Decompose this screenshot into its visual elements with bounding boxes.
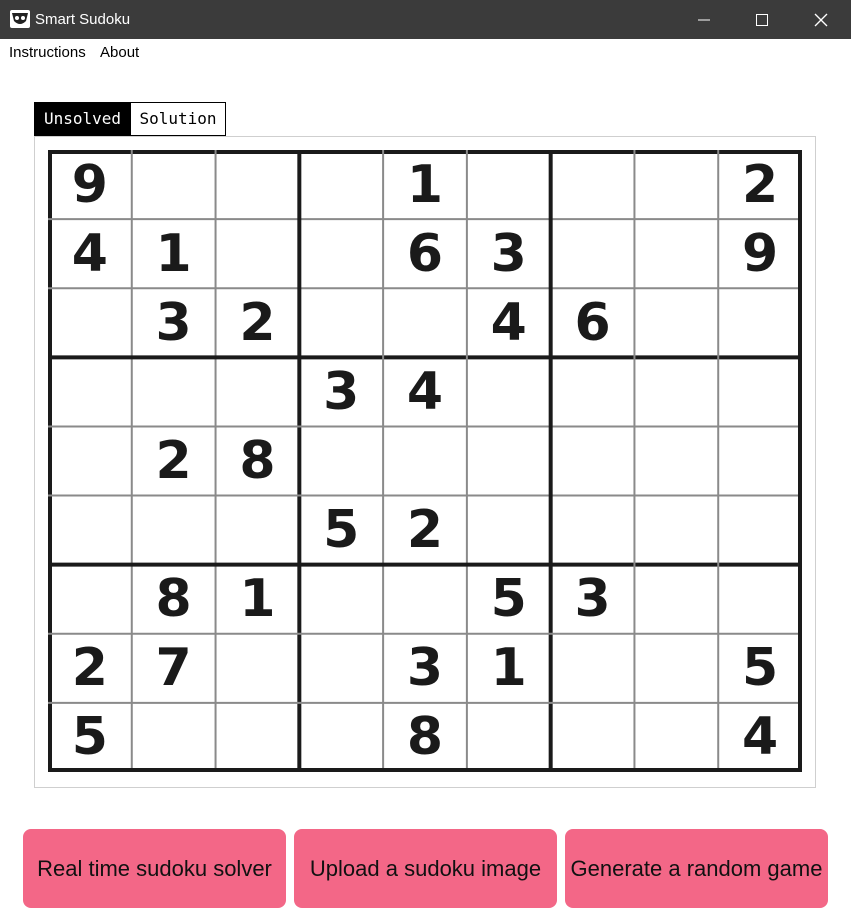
sudoku-cell — [216, 219, 300, 288]
sudoku-cell — [467, 150, 551, 219]
sudoku-cell — [383, 288, 467, 357]
sudoku-cell — [551, 219, 635, 288]
sudoku-board: 912416393246342852815327315584 — [48, 150, 802, 772]
sudoku-cell: 2 — [742, 154, 779, 215]
sudoku-cell: 3 — [323, 361, 360, 422]
tab-solution[interactable]: Solution — [130, 102, 226, 136]
sudoku-app-icon — [10, 10, 30, 28]
sudoku-cell — [634, 634, 718, 703]
minimize-button[interactable] — [675, 0, 733, 39]
sudoku-cell: 1 — [490, 638, 527, 699]
sudoku-cell — [299, 219, 383, 288]
sudoku-cell — [551, 150, 635, 219]
sudoku-cell: 7 — [155, 638, 192, 699]
sudoku-cell — [551, 634, 635, 703]
upload-image-button[interactable]: Upload a sudoku image — [294, 829, 557, 908]
sudoku-cell: 5 — [71, 707, 108, 768]
maximize-button[interactable] — [733, 0, 791, 39]
sudoku-cell — [299, 288, 383, 357]
sudoku-cell — [132, 703, 216, 772]
sudoku-cell: 6 — [574, 292, 611, 353]
sudoku-cell: 8 — [406, 707, 444, 768]
sudoku-cell — [48, 357, 132, 426]
sudoku-cell: 9 — [71, 154, 108, 215]
real-time-solver-button[interactable]: Real time sudoku solver — [23, 829, 286, 908]
sudoku-cell — [467, 496, 551, 565]
maximize-icon — [756, 13, 768, 26]
menu-about[interactable]: About — [100, 44, 139, 62]
sudoku-cell — [634, 426, 718, 495]
sudoku-cell: 3 — [155, 292, 192, 353]
sudoku-cell: 3 — [490, 223, 527, 284]
sudoku-cell — [718, 496, 802, 565]
sudoku-cell — [383, 565, 467, 634]
sudoku-cell — [634, 219, 718, 288]
sudoku-cell: 1 — [406, 154, 444, 215]
window-title: Smart Sudoku — [35, 11, 131, 28]
sudoku-cell — [551, 357, 635, 426]
sudoku-cell — [634, 150, 718, 219]
sudoku-cell — [634, 703, 718, 772]
sudoku-cell: 8 — [155, 569, 192, 630]
sudoku-cell — [634, 288, 718, 357]
sudoku-cell: 9 — [742, 223, 779, 284]
sudoku-cell — [383, 426, 467, 495]
sudoku-cell — [48, 288, 132, 357]
sudoku-cell: 2 — [239, 292, 276, 353]
sudoku-cell — [132, 357, 216, 426]
sudoku-cell — [216, 634, 300, 703]
sudoku-cell: 5 — [323, 500, 360, 561]
sudoku-cell — [718, 288, 802, 357]
sudoku-cell — [634, 357, 718, 426]
title-bar: Smart Sudoku — [0, 0, 851, 39]
sudoku-cell — [299, 426, 383, 495]
sudoku-cell: 1 — [239, 569, 276, 630]
sudoku-cell: 3 — [406, 638, 444, 699]
close-button[interactable] — [792, 0, 850, 39]
sudoku-cell — [718, 565, 802, 634]
random-game-button[interactable]: Generate a random game — [565, 829, 828, 908]
sudoku-cell: 5 — [742, 638, 779, 699]
sudoku-cell: 3 — [574, 569, 611, 630]
sudoku-cell — [132, 496, 216, 565]
sudoku-cell — [216, 357, 300, 426]
sudoku-cell — [48, 426, 132, 495]
sudoku-cell: 4 — [490, 292, 527, 353]
sudoku-cell: 5 — [490, 569, 527, 630]
sudoku-cell — [634, 565, 718, 634]
tab-unsolved[interactable]: Unsolved — [34, 102, 131, 136]
sudoku-cell — [551, 426, 635, 495]
sudoku-cell — [216, 496, 300, 565]
sudoku-cell — [216, 150, 300, 219]
close-icon — [814, 13, 828, 26]
sudoku-cell: 1 — [155, 223, 192, 284]
menu-instructions[interactable]: Instructions — [9, 44, 86, 62]
sudoku-cell — [551, 496, 635, 565]
sudoku-cell — [551, 703, 635, 772]
sudoku-cell — [48, 565, 132, 634]
minimize-icon — [698, 19, 710, 20]
sudoku-cell: 2 — [155, 430, 192, 491]
sudoku-cell — [299, 150, 383, 219]
sudoku-cell — [216, 703, 300, 772]
sudoku-cell — [299, 703, 383, 772]
sudoku-cell — [299, 634, 383, 703]
sudoku-cell — [718, 357, 802, 426]
sudoku-cell — [467, 703, 551, 772]
sudoku-cell — [634, 496, 718, 565]
sudoku-cell — [132, 150, 216, 219]
sudoku-cell — [299, 565, 383, 634]
sudoku-cell: 8 — [239, 430, 276, 491]
sudoku-cell — [467, 426, 551, 495]
sudoku-cell: 6 — [406, 223, 444, 284]
sudoku-cell: 2 — [406, 500, 444, 561]
sudoku-cell — [718, 426, 802, 495]
sudoku-cell — [48, 496, 132, 565]
sudoku-cell: 2 — [71, 638, 108, 699]
sudoku-cell: 4 — [406, 361, 444, 422]
menu-bar: Instructions About — [0, 39, 851, 67]
sudoku-cell: 4 — [71, 223, 108, 284]
sudoku-cell: 4 — [742, 707, 779, 768]
sudoku-cell — [467, 357, 551, 426]
